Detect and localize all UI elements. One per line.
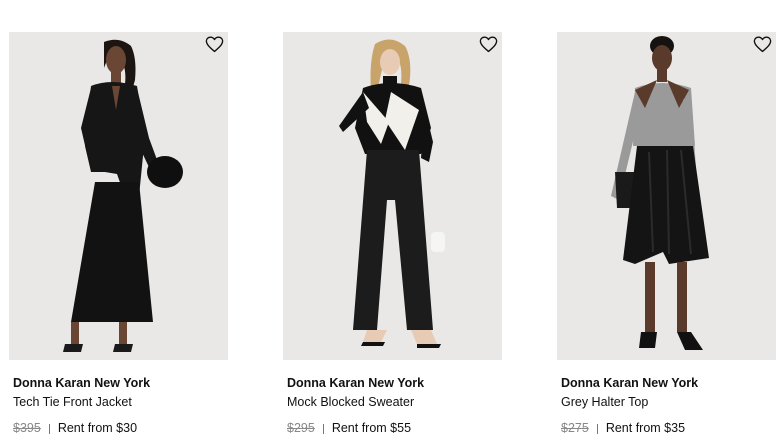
retail-price: $295	[287, 421, 315, 435]
product-image[interactable]	[9, 32, 228, 360]
price-row: $295 Rent from $55	[287, 421, 502, 436]
product-brand[interactable]: Donna Karan New York	[13, 376, 228, 391]
rent-price: Rent from $55	[331, 421, 412, 435]
price-divider	[48, 423, 50, 434]
retail-price: $275	[561, 421, 589, 435]
price-row: $275 Rent from $35	[561, 421, 776, 436]
rent-price: Rent from $35	[605, 421, 686, 435]
price-divider	[596, 423, 598, 434]
rent-price: Rent from $30	[57, 421, 138, 435]
favorite-heart-icon[interactable]	[205, 36, 225, 54]
product-name[interactable]: Mock Blocked Sweater	[287, 395, 502, 410]
product-name[interactable]: Tech Tie Front Jacket	[13, 395, 228, 410]
product-brand[interactable]: Donna Karan New York	[287, 376, 502, 391]
product-grid: Donna Karan New York Tech Tie Front Jack…	[0, 0, 780, 438]
product-card[interactable]: Donna Karan New York Tech Tie Front Jack…	[9, 32, 228, 436]
product-image[interactable]	[283, 32, 502, 360]
retail-price: $395	[13, 421, 41, 435]
model-photo-jacket	[63, 39, 183, 352]
price-row: $395 Rent from $30	[13, 421, 228, 436]
model-photo-sweater	[339, 39, 445, 348]
product-card[interactable]: Donna Karan New York Mock Blocked Sweate…	[283, 32, 502, 436]
product-brand[interactable]: Donna Karan New York	[561, 376, 776, 391]
model-photo-halter	[611, 36, 709, 350]
price-divider	[322, 423, 324, 434]
favorite-heart-icon[interactable]	[753, 36, 773, 54]
product-card[interactable]: Donna Karan New York Grey Halter Top $27…	[557, 32, 776, 436]
product-image[interactable]	[557, 32, 776, 360]
product-name[interactable]: Grey Halter Top	[561, 395, 776, 410]
favorite-heart-icon[interactable]	[479, 36, 499, 54]
